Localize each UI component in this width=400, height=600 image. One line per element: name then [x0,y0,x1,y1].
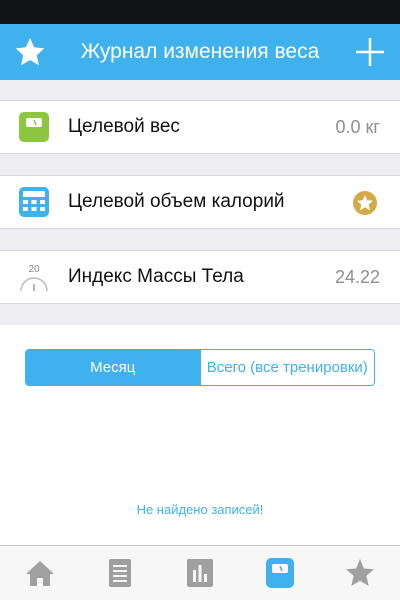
row-value: 0.0 кг [335,117,380,137]
nav-bar: Журнал изменения веса [0,24,400,80]
section-spacer [0,229,400,250]
favorites-icon[interactable] [344,558,376,588]
empty-message: Не найдено записей! [136,502,264,517]
page-title: Журнал изменения веса [80,40,320,63]
row-bmi[interactable]: 20 Индекс Массы Тела 24.22 [0,250,400,304]
row-value: 24.22 [334,267,380,287]
row-label: Целевой объем калорий [68,191,285,212]
section-spacer [0,154,400,175]
row-label: Целевой вес [68,116,180,137]
period-segmented-control: Месяц Всего (все тренировки) [25,349,375,386]
scale-icon [19,112,49,142]
row-label: Индекс Массы Тела [68,266,244,287]
calculator-icon [19,187,49,217]
journal-icon[interactable] [104,558,136,588]
status-bar [0,0,400,24]
svg-text:20: 20 [28,264,40,275]
row-target-weight[interactable]: Целевой вес 0.0 кг [0,100,400,154]
home-icon[interactable] [24,558,56,588]
segment-month[interactable]: Месяц [26,350,200,385]
premium-star-icon [353,191,377,215]
row-target-calories[interactable]: Целевой объем калорий [0,175,400,229]
section-spacer [0,80,400,100]
section-spacer [0,304,400,325]
scale-icon[interactable] [264,558,296,588]
segment-all[interactable]: Всего (все тренировки) [199,350,374,385]
star-icon[interactable] [14,36,46,68]
tab-bar [0,545,400,600]
gauge-icon: 20 [20,264,48,292]
add-icon[interactable] [356,38,384,66]
stats-icon[interactable] [184,558,216,588]
